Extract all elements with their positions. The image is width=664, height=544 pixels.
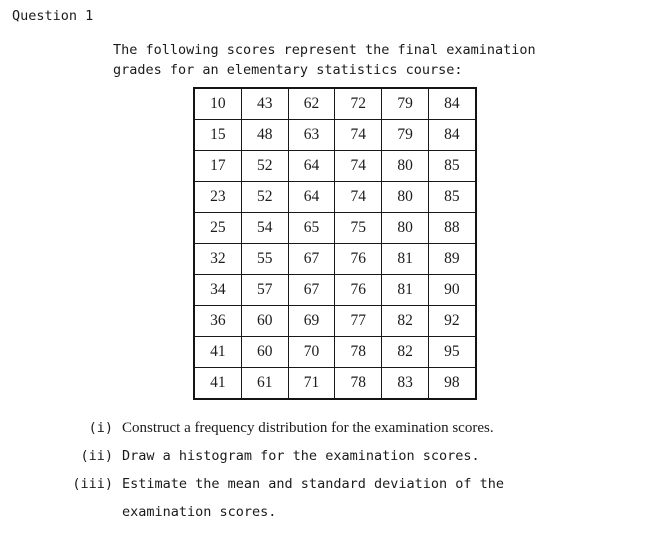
score-cell: 98 [427, 367, 477, 400]
score-cell: 71 [287, 367, 336, 400]
score-cell: 70 [287, 336, 336, 368]
subquestion-continuation-row: examination scores. [0, 502, 664, 530]
score-cell: 88 [427, 212, 477, 244]
table-row: 25 54 65 75 80 88 [193, 212, 477, 244]
subquestion-item-iii: (iii) Estimate the mean and standard devi… [0, 474, 664, 502]
table-row: 32 55 67 76 81 89 [193, 243, 477, 275]
score-cell: 55 [240, 243, 289, 275]
score-cell: 54 [240, 212, 289, 244]
subquestion-item-i: (i) Construct a frequency distribution fo… [0, 418, 664, 446]
score-cell: 85 [427, 150, 477, 182]
score-cell: 48 [240, 119, 289, 151]
score-cell: 81 [381, 274, 429, 306]
score-cell: 69 [287, 305, 336, 337]
score-cell: 74 [334, 119, 383, 151]
score-cell: 76 [334, 274, 383, 306]
score-cell: 80 [381, 212, 429, 244]
score-cell: 60 [240, 305, 289, 337]
score-cell: 74 [334, 181, 383, 213]
subquestion-item-ii: (ii) Draw a histogram for the examination… [0, 446, 664, 474]
scores-table-container: 10 43 62 72 79 84 15 48 63 74 79 84 17 52 64 74 80 85 23 52… [193, 87, 477, 400]
score-cell: 76 [334, 243, 383, 275]
score-cell: 60 [240, 336, 289, 368]
subquestion-text: Estimate the mean and standard deviation… [122, 476, 505, 492]
score-cell: 79 [381, 119, 429, 151]
score-cell: 72 [334, 87, 383, 120]
score-cell: 32 [193, 243, 242, 275]
subquestion-continuation-text: examination scores. [122, 504, 277, 520]
score-cell: 62 [287, 87, 336, 120]
subquestion-label: (iii) [72, 476, 113, 492]
score-cell: 41 [193, 367, 242, 400]
score-cell: 78 [334, 336, 383, 368]
table-row: 41 61 71 78 83 98 [193, 367, 477, 400]
score-cell: 10 [193, 87, 242, 120]
score-cell: 52 [240, 181, 289, 213]
table-row: 34 57 67 76 81 90 [193, 274, 477, 306]
table-row: 36 60 69 77 82 92 [193, 305, 477, 337]
score-cell: 84 [427, 87, 477, 120]
intro-line-2: grades for an elementary statistics cour… [113, 62, 463, 78]
score-cell: 74 [334, 150, 383, 182]
score-cell: 83 [381, 367, 429, 400]
score-cell: 81 [381, 243, 429, 275]
score-cell: 95 [427, 336, 477, 368]
score-cell: 25 [193, 212, 242, 244]
score-cell: 67 [287, 243, 336, 275]
intro-paragraph: The following scores represent the final… [113, 40, 653, 80]
subquestion-label: (ii) [80, 448, 113, 464]
score-cell: 36 [193, 305, 242, 337]
score-cell: 82 [381, 305, 429, 337]
score-cell: 43 [240, 87, 289, 120]
score-cell: 75 [334, 212, 383, 244]
score-cell: 82 [381, 336, 429, 368]
score-cell: 78 [334, 367, 383, 400]
score-cell: 61 [240, 367, 289, 400]
score-cell: 80 [381, 150, 429, 182]
score-cell: 92 [427, 305, 477, 337]
score-cell: 89 [427, 243, 477, 275]
subquestion-text: Construct a frequency distribution for t… [122, 420, 494, 436]
score-cell: 57 [240, 274, 289, 306]
table-row: 17 52 64 74 80 85 [193, 150, 477, 182]
score-cell: 52 [240, 150, 289, 182]
subquestion-text: Draw a histogram for the examination sco… [122, 448, 480, 464]
score-cell: 64 [287, 181, 336, 213]
subquestion-list: (i) Construct a frequency distribution fo… [0, 418, 664, 530]
scores-table: 10 43 62 72 79 84 15 48 63 74 79 84 17 52 64 74 80 85 23 52… [193, 87, 477, 400]
table-row: 23 52 64 74 80 85 [193, 181, 477, 213]
score-cell: 17 [193, 150, 242, 182]
table-row: 10 43 62 72 79 84 [193, 87, 477, 120]
score-cell: 63 [287, 119, 336, 151]
score-cell: 67 [287, 274, 336, 306]
intro-line-1: The following scores represent the final… [113, 42, 536, 58]
score-cell: 65 [287, 212, 336, 244]
score-cell: 79 [381, 87, 429, 120]
score-cell: 23 [193, 181, 242, 213]
score-cell: 84 [427, 119, 477, 151]
score-cell: 85 [427, 181, 477, 213]
score-cell: 80 [381, 181, 429, 213]
page-title: Question 1 [12, 8, 94, 24]
score-cell: 64 [287, 150, 336, 182]
table-row: 41 60 70 78 82 95 [193, 336, 477, 368]
subquestion-label: (i) [88, 420, 113, 436]
score-cell: 15 [193, 119, 242, 151]
score-cell: 41 [193, 336, 242, 368]
score-cell: 77 [334, 305, 383, 337]
score-cell: 90 [427, 274, 477, 306]
score-cell: 34 [193, 274, 242, 306]
table-row: 15 48 63 74 79 84 [193, 119, 477, 151]
